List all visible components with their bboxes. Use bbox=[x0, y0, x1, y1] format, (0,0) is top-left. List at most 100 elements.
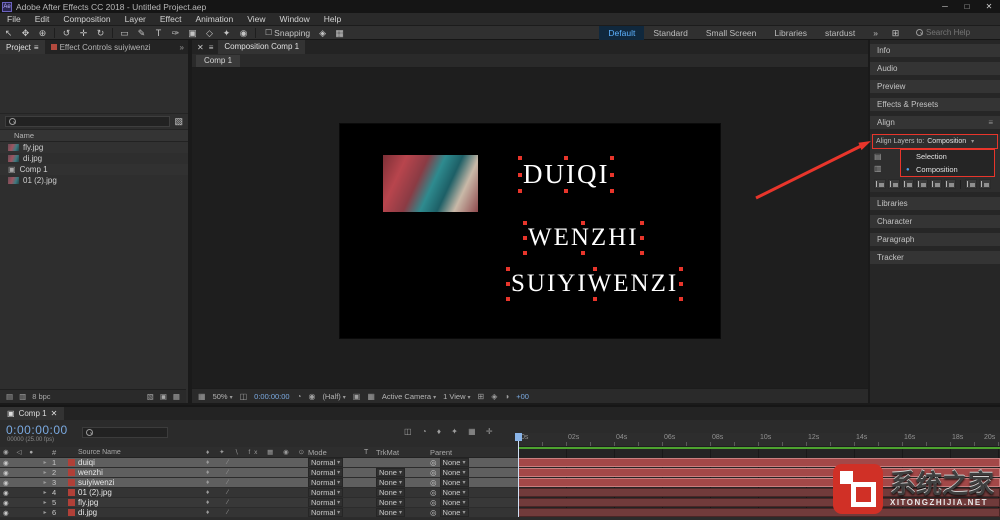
panel-header-effects-presets[interactable]: Effects & Presets bbox=[870, 98, 1000, 111]
project-item-row[interactable]: 01 (2).jpg bbox=[0, 175, 188, 186]
pickwhip-icon[interactable]: ◎ bbox=[430, 458, 437, 467]
panel-header-audio[interactable]: Audio bbox=[870, 62, 1000, 75]
parent-header[interactable]: Parent bbox=[430, 447, 518, 457]
menu-help[interactable]: Help bbox=[317, 13, 348, 26]
workspace-small-screen[interactable]: Small Screen bbox=[697, 26, 766, 40]
transparency-grid-icon[interactable]: ▦ bbox=[367, 392, 375, 401]
current-time-indicator[interactable] bbox=[518, 433, 519, 517]
panel-menu-icon[interactable]: ≡ bbox=[209, 43, 214, 52]
pixel-aspect-icon[interactable]: ⊞ bbox=[478, 392, 485, 401]
tab-overflow-chevron[interactable]: » bbox=[176, 43, 188, 52]
camera-dropdown[interactable]: Active Camera▾ bbox=[382, 392, 436, 401]
rectangle-tool-icon[interactable]: ▭ bbox=[116, 26, 133, 40]
pickwhip-icon[interactable]: ◎ bbox=[430, 478, 437, 487]
viewer-tab-comp1[interactable]: Comp 1 bbox=[196, 55, 240, 67]
layer-mode-dropdown[interactable]: Normal▾ bbox=[308, 468, 343, 477]
panel-header-libraries[interactable]: Libraries bbox=[870, 197, 1000, 210]
layer-expand-arrow[interactable]: ▸ bbox=[43, 459, 46, 466]
layer-switches[interactable]: ♦ ∕ bbox=[198, 468, 308, 477]
layer-trkmat-dropdown[interactable]: None▾ bbox=[376, 488, 405, 497]
workspace-default[interactable]: Default bbox=[599, 26, 644, 40]
layer-mode-dropdown[interactable]: Normal▾ bbox=[308, 508, 343, 517]
timeline-layer-row[interactable]: ◉ ▸ 3 suiyiwenzi ♦ ∕ Normal▾ None▾ ◎None… bbox=[0, 478, 518, 488]
panel-menu-icon[interactable]: ≡ bbox=[988, 118, 993, 127]
orbit-camera-tool-icon[interactable]: ↺ bbox=[58, 26, 75, 40]
distribute-horizontal-button[interactable] bbox=[979, 179, 991, 189]
menu-composition[interactable]: Composition bbox=[56, 13, 117, 26]
snap-option-icon-1[interactable]: ◈ bbox=[314, 26, 331, 40]
show-channels-icon[interactable]: ◉ bbox=[308, 392, 315, 401]
layer-trkmat-dropdown[interactable]: None▾ bbox=[376, 468, 405, 477]
snapping-checkbox[interactable]: ☐ bbox=[265, 28, 272, 37]
layer-visibility-icon[interactable]: ◉ bbox=[3, 469, 12, 477]
thumbnail-view-icon[interactable]: ▥ bbox=[19, 392, 26, 401]
menu-view[interactable]: View bbox=[240, 13, 272, 26]
timeline-layer-row[interactable]: ◉ ▸ 1 duiqi ♦ ∕ Normal▾ ◎None▾ bbox=[0, 458, 518, 468]
timeline-ruler[interactable]: 0s 02s 04s 06s 08s 10s 12s 14s 16s 18s 2… bbox=[518, 433, 1000, 447]
project-item-row[interactable]: fly.jpg bbox=[0, 142, 188, 153]
menu-layer[interactable]: Layer bbox=[118, 13, 153, 26]
layer-trkmat-dropdown[interactable]: None▾ bbox=[376, 478, 405, 487]
safe-zones-icon[interactable]: ◫ bbox=[240, 392, 248, 401]
layer-parent-dropdown[interactable]: None▾ bbox=[440, 478, 469, 487]
maximize-button[interactable]: □ bbox=[958, 0, 976, 13]
tab-project[interactable]: Project ≡ bbox=[0, 40, 45, 54]
layer-parent-dropdown[interactable]: None▾ bbox=[440, 488, 469, 497]
workspace-libraries[interactable]: Libraries bbox=[765, 26, 816, 40]
exposure-value[interactable]: +00 bbox=[516, 392, 529, 401]
layer-name[interactable]: di.jpg bbox=[78, 508, 198, 517]
layer-color-swatch[interactable] bbox=[68, 459, 75, 466]
layer-visibility-icon[interactable]: ◉ bbox=[3, 499, 12, 507]
pickwhip-icon[interactable]: ◎ bbox=[430, 488, 437, 497]
list-view-icon[interactable]: ▤ bbox=[6, 392, 13, 401]
type-tool-icon[interactable]: T bbox=[150, 26, 167, 40]
project-search-field[interactable] bbox=[5, 116, 170, 127]
menu-option-composition[interactable]: ● Composition bbox=[901, 163, 994, 176]
align-side-icon[interactable]: ▤ bbox=[874, 152, 882, 161]
pen-tool-icon[interactable]: ✎ bbox=[133, 26, 150, 40]
zoom-level-dropdown[interactable]: 50%▾ bbox=[213, 392, 233, 401]
layer-expand-arrow[interactable]: ▸ bbox=[43, 489, 46, 496]
align-horizontal-center-button[interactable] bbox=[888, 179, 900, 189]
layer-trkmat-dropdown[interactable]: None▾ bbox=[376, 508, 405, 517]
timeline-tab-comp1[interactable]: ▣ Comp 1 ✕ bbox=[0, 407, 64, 420]
new-folder-icon[interactable]: ▧ bbox=[147, 392, 154, 401]
close-button[interactable]: ✕ bbox=[980, 0, 998, 13]
layer-trkmat-dropdown[interactable]: None▾ bbox=[376, 498, 405, 507]
layer-parent-dropdown[interactable]: None▾ bbox=[440, 508, 469, 517]
footage-image[interactable] bbox=[383, 155, 478, 212]
snap-option-icon-2[interactable]: ▦ bbox=[331, 26, 348, 40]
panel-header-character[interactable]: Character bbox=[870, 215, 1000, 228]
layer-switches[interactable]: ♦ ∕ bbox=[198, 488, 308, 497]
align-bottom-button[interactable] bbox=[944, 179, 956, 189]
align-left-button[interactable] bbox=[874, 179, 886, 189]
pickwhip-icon[interactable]: ◎ bbox=[430, 468, 437, 477]
panel-close-icon[interactable]: ✕ bbox=[197, 43, 204, 52]
timeline-layer-row[interactable]: ◉ ▸ 5 fly.jpg ♦ ∕ Normal▾ None▾ ◎None▾ bbox=[0, 498, 518, 508]
help-search-input[interactable] bbox=[926, 28, 996, 37]
project-filter-icon[interactable]: ▧ bbox=[174, 116, 183, 127]
text-layer-suiyiwenzi[interactable]: SUIYIWENZI bbox=[508, 269, 681, 299]
align-right-button[interactable] bbox=[902, 179, 914, 189]
layer-switches[interactable]: ♦ ∕ bbox=[198, 458, 308, 467]
layer-name[interactable]: wenzhi bbox=[78, 468, 198, 477]
workspace-grid-icon[interactable]: ⊞ bbox=[887, 26, 904, 40]
composition-viewport[interactable]: DUIQI WENZHI SUIYIWENZI bbox=[192, 68, 868, 388]
layer-switches[interactable]: ♦ ∕ bbox=[198, 478, 308, 487]
layer-color-swatch[interactable] bbox=[68, 499, 75, 506]
layer-color-swatch[interactable] bbox=[68, 509, 75, 516]
brush-tool-icon[interactable]: ✑ bbox=[167, 26, 184, 40]
tab-effect-controls[interactable]: Effect Controls suiyiwenzi bbox=[45, 40, 157, 54]
layer-mode-dropdown[interactable]: Normal▾ bbox=[308, 458, 343, 467]
layer-switches[interactable]: ♦ ∕ bbox=[198, 498, 308, 507]
composition-canvas[interactable]: DUIQI WENZHI SUIYIWENZI bbox=[340, 124, 720, 338]
zoom-tool-icon[interactable]: ⊕ bbox=[34, 26, 51, 40]
region-of-interest-icon[interactable]: ▣ bbox=[353, 392, 361, 401]
text-layer-wenzhi[interactable]: WENZHI bbox=[525, 223, 642, 253]
view-layout-dropdown[interactable]: 1 View▾ bbox=[443, 392, 470, 401]
timeline-layer-row[interactable]: ◉ ▸ 6 di.jpg ♦ ∕ Normal▾ None▾ ◎None▾ bbox=[0, 508, 518, 518]
magnification-icon[interactable]: ▦ bbox=[198, 392, 206, 401]
timeline-layer-row[interactable]: ◉ ▸ 2 wenzhi ♦ ∕ Normal▾ None▾ ◎None▾ bbox=[0, 468, 518, 478]
roto-brush-tool-icon[interactable]: ✦ bbox=[218, 26, 235, 40]
layer-mode-dropdown[interactable]: Normal▾ bbox=[308, 498, 343, 507]
